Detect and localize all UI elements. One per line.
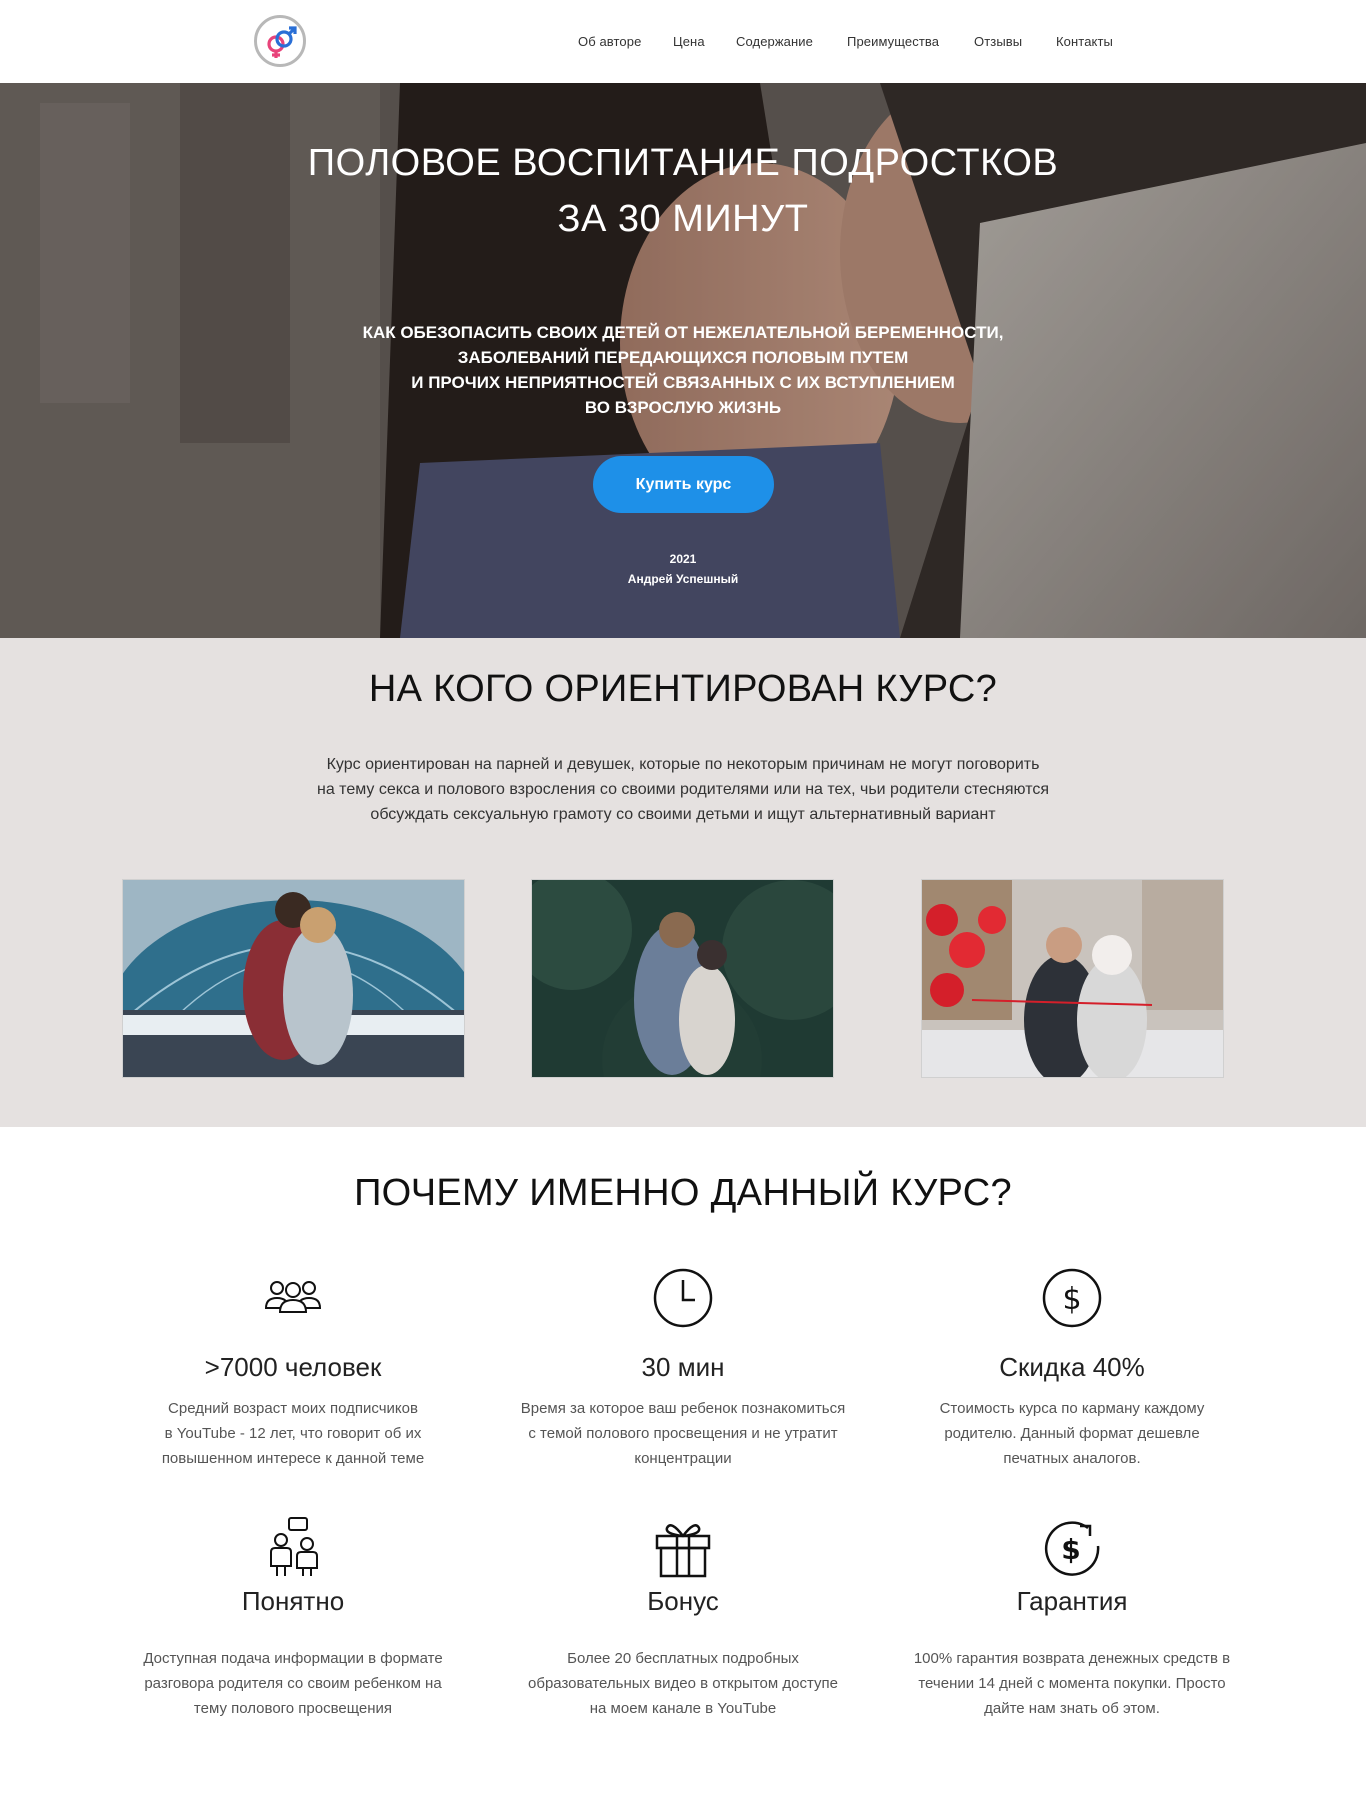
hero-meta: 2021 Андрей Успешный bbox=[0, 549, 1366, 589]
hero-subtitle-line: ЗАБОЛЕВАНИЙ ПЕРЕДАЮЩИХСЯ ПОЛОВЫМ ПУТЕМ bbox=[457, 348, 909, 367]
feature-line: Стоимость курса по карману каждому bbox=[939, 1400, 1205, 1417]
hero-subtitle: КАК ОБЕЗОПАСИТЬ СВОИХ ДЕТЕЙ ОТ НЕЖЕЛАТЕЛ… bbox=[0, 320, 1366, 420]
feature-description: Более 20 бесплатных подробных образовате… bbox=[503, 1646, 863, 1721]
nav-advantages[interactable]: Преимущества bbox=[847, 34, 939, 49]
site-header: Об авторе Цена Содержание Преимущества О… bbox=[0, 0, 1366, 83]
nav-contents[interactable]: Содержание bbox=[736, 34, 813, 49]
couple-photo-2-image bbox=[532, 880, 833, 1077]
feature-line: дайте нам знать об этом. bbox=[984, 1700, 1160, 1717]
feature-description: Время за которое ваш ребенок познакомить… bbox=[503, 1396, 863, 1471]
hero-title-line-2: ЗА 30 МИНУТ bbox=[557, 198, 809, 240]
couple-photo-1-image bbox=[123, 880, 464, 1077]
feature-line: родителю. Данный формат дешевле bbox=[944, 1425, 1200, 1442]
hero-subtitle-line: КАК ОБЕЗОПАСИТЬ СВОИХ ДЕТЕЙ ОТ НЕЖЕЛАТЕЛ… bbox=[362, 323, 1004, 342]
feature-line: на моем канале в YouTube bbox=[589, 1700, 777, 1717]
hero-subtitle-line: И ПРОЧИХ НЕПРИЯТНОСТЕЙ СВЯЗАННЫХ С ИХ ВС… bbox=[411, 373, 955, 392]
hero-author: Андрей Успешный bbox=[627, 572, 739, 586]
feature-title: Гарантия bbox=[1016, 1586, 1128, 1616]
nav-reviews[interactable]: Отзывы bbox=[974, 34, 1022, 49]
hero-year: 2021 bbox=[669, 552, 697, 566]
feature-line: с темой полового просвещения и не утрати… bbox=[528, 1425, 838, 1442]
features-title: ПОЧЕМУ ИМЕННО ДАННЫЙ КУРС? bbox=[354, 1172, 1012, 1214]
audience-section: НА КОГО ОРИЕНТИРОВАН КУРС? Курс ориентир… bbox=[0, 638, 1366, 1127]
feature-description: 100% гарантия возврата денежных средств … bbox=[892, 1646, 1252, 1721]
nav-contacts[interactable]: Контакты bbox=[1056, 34, 1113, 49]
couple-photo-2 bbox=[531, 879, 834, 1078]
hero-section: ПОЛОВОЕ ВОСПИТАНИЕ ПОДРОСТКОВ ЗА 30 МИНУ… bbox=[0, 83, 1366, 638]
feature-title: Бонус bbox=[647, 1586, 719, 1616]
svg-text:$: $ bbox=[1062, 1282, 1081, 1317]
feature-title: 30 мин bbox=[641, 1352, 725, 1382]
feature-title: Понятно bbox=[241, 1586, 345, 1616]
hero-title: ПОЛОВОЕ ВОСПИТАНИЕ ПОДРОСТКОВ ЗА 30 МИНУ… bbox=[0, 135, 1366, 247]
feature-line: концентрации bbox=[634, 1450, 732, 1467]
feature-line: течении 14 дней с момента покупки. Прост… bbox=[918, 1675, 1226, 1692]
feature-line: 100% гарантия возврата денежных средств … bbox=[913, 1650, 1231, 1667]
svg-text:$: $ bbox=[1061, 1533, 1080, 1566]
feature-line: Более 20 бесплатных подробных bbox=[567, 1650, 799, 1667]
gender-symbols-icon bbox=[267, 26, 297, 58]
audience-text-line: обсуждать сексуальную грамоту со своими … bbox=[370, 806, 996, 823]
feature-line: Средний возраст моих подписчиков bbox=[168, 1400, 418, 1417]
couple-photo-3 bbox=[921, 879, 1224, 1078]
feature-description: Стоимость курса по карману каждому родит… bbox=[892, 1396, 1252, 1471]
feature-line: Время за которое ваш ребенок познакомить… bbox=[520, 1400, 846, 1417]
clock-icon bbox=[653, 1268, 713, 1328]
refund-icon: $ bbox=[1044, 1521, 1100, 1576]
nav-price[interactable]: Цена bbox=[673, 34, 705, 49]
feature-line: в YouTube - 12 лет, что говорит об их bbox=[164, 1425, 422, 1442]
hero-title-line-1: ПОЛОВОЕ ВОСПИТАНИЕ ПОДРОСТКОВ bbox=[307, 142, 1059, 184]
hero-subtitle-line: ВО ВЗРОСЛУЮ ЖИЗНЬ bbox=[584, 398, 782, 417]
feature-line: Доступная подача информации в формате bbox=[143, 1650, 443, 1667]
audience-description: Курс ориентирован на парней и девушек, к… bbox=[0, 752, 1366, 827]
feature-description: Доступная подача информации в формате ра… bbox=[113, 1646, 473, 1721]
conversation-icon bbox=[270, 1517, 318, 1576]
people-icon bbox=[264, 1281, 322, 1313]
buy-course-button[interactable]: Купить курс bbox=[593, 456, 774, 513]
couple-photo-1 bbox=[122, 879, 465, 1078]
feature-line: образовательных видео в открытом доступе bbox=[528, 1675, 838, 1692]
feature-line: печатных аналогов. bbox=[1003, 1450, 1141, 1467]
dollar-icon: $ bbox=[1042, 1268, 1102, 1328]
feature-title: >7000 человек bbox=[204, 1352, 382, 1382]
feature-line: повышенном интересе к данной теме bbox=[161, 1450, 425, 1467]
couple-photo-3-image bbox=[922, 880, 1223, 1077]
feature-description: Средний возраст моих подписчиков в YouTu… bbox=[113, 1396, 473, 1471]
audience-text-line: на тему секса и полового взросления со с… bbox=[316, 781, 1049, 798]
feature-line: тему полового просвещения bbox=[193, 1700, 393, 1717]
feature-title: Скидка 40% bbox=[999, 1352, 1145, 1382]
audience-text-line: Курс ориентирован на парней и девушек, к… bbox=[326, 756, 1040, 773]
logo[interactable] bbox=[254, 15, 306, 67]
gift-icon bbox=[655, 1524, 711, 1578]
feature-line: разговора родителя со своим ребенком на bbox=[144, 1675, 442, 1692]
nav-about-author[interactable]: Об авторе bbox=[578, 34, 641, 49]
audience-title: НА КОГО ОРИЕНТИРОВАН КУРС? bbox=[368, 668, 998, 710]
